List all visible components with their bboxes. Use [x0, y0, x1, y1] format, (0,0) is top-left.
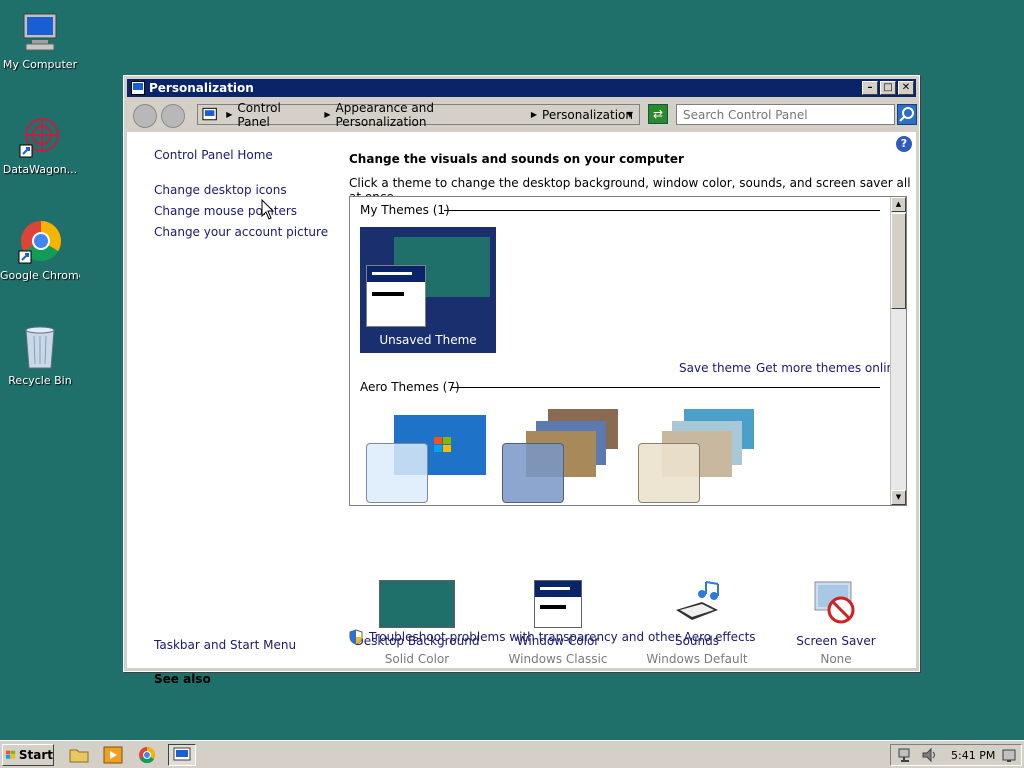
search-input[interactable]	[676, 104, 895, 125]
desktop-icon-label: DataWagon...	[2, 163, 78, 176]
recycle-bin-icon	[25, 326, 55, 369]
datawagon-icon	[19, 118, 59, 158]
breadcrumb-control-panel[interactable]: Control Panel	[237, 101, 313, 129]
screen-saver-value: None	[820, 652, 852, 666]
theme-glass-preview	[638, 443, 700, 503]
unsaved-theme-name: Unsaved Theme	[379, 333, 477, 347]
see-also-heading: See also	[154, 672, 211, 686]
page-title: Change the visuals and sounds on your co…	[349, 152, 684, 166]
title-bar[interactable]: Personalization – □ ✕	[127, 79, 916, 97]
aero-theme-windows7[interactable]	[364, 407, 496, 507]
quick-launch-chrome[interactable]	[136, 745, 158, 765]
aero-themes-label: Aero Themes (7)	[360, 380, 464, 394]
window-color-value: Windows Classic	[508, 652, 608, 666]
personalization-icon	[173, 747, 191, 761]
change-mouse-pointers-link[interactable]: Change mouse pointers	[154, 204, 297, 218]
my-themes-label: My Themes (1)	[360, 203, 454, 217]
quick-launch-media-player[interactable]	[102, 745, 124, 765]
content-area: ? Control Panel Home Change desktop icon…	[127, 132, 916, 686]
windows-logo-icon	[6, 750, 16, 759]
screen-saver-title: Screen Saver	[796, 634, 876, 648]
desktop-icon-my-computer[interactable]: My Computer	[0, 10, 80, 71]
desktop-icon-google-chrome[interactable]: Google Chrome	[0, 219, 80, 282]
close-button[interactable]: ✕	[898, 81, 914, 95]
forward-button[interactable]	[161, 104, 185, 128]
folder-icon	[69, 749, 89, 763]
show-desktop-icon[interactable]	[1001, 748, 1017, 764]
control-panel-home-link[interactable]: Control Panel Home	[154, 148, 273, 162]
desktop-icon-label: Recycle Bin	[8, 374, 72, 387]
screen-saver-item[interactable]: Screen Saver None	[766, 580, 906, 666]
breadcrumb-arrow-icon: ▶	[324, 110, 331, 119]
search-button[interactable]	[897, 104, 917, 125]
aero-theme-architecture[interactable]	[500, 407, 632, 507]
help-icon[interactable]: ?	[896, 136, 912, 152]
taskbar: Start 5:41 PM	[0, 740, 1024, 768]
address-bar[interactable]: ▶ Control Panel ▶ Appearance and Persona…	[197, 101, 640, 129]
troubleshoot-link[interactable]: Troubleshoot problems with transparency …	[369, 630, 756, 644]
get-more-themes-link[interactable]: Get more themes online	[756, 361, 902, 375]
group-divider	[444, 210, 880, 211]
change-account-picture-link[interactable]: Change your account picture	[154, 225, 328, 239]
save-theme-link[interactable]: Save theme	[679, 361, 751, 375]
theme-list-scrollbar[interactable]: ▲ ▼	[890, 197, 906, 505]
maximize-button[interactable]: □	[880, 81, 896, 95]
desktop-icon-datawagon[interactable]: DataWagon...	[0, 115, 80, 176]
desktop-icon-label: My Computer	[2, 58, 78, 71]
unsaved-theme-tile[interactable]: Unsaved Theme	[360, 227, 496, 353]
theme-glass-preview	[502, 443, 564, 503]
chrome-icon	[139, 746, 156, 764]
control-panel-icon	[202, 107, 217, 120]
window-color-item[interactable]: Window Color Windows Classic	[488, 580, 628, 666]
troubleshoot-row: Troubleshoot problems with transparency …	[349, 629, 756, 645]
aero-theme-nature[interactable]	[636, 407, 768, 507]
media-player-icon	[103, 746, 123, 764]
search-icon	[899, 107, 914, 122]
desktop-background-item[interactable]: Desktop Background Solid Color	[347, 580, 487, 666]
group-divider	[452, 387, 880, 388]
refresh-button[interactable]: ⇄	[648, 104, 668, 124]
sounds-item[interactable]: Sounds Windows Default	[627, 580, 767, 666]
chrome-icon	[18, 221, 61, 264]
breadcrumb-arrow-icon: ▶	[226, 110, 233, 119]
start-button[interactable]: Start	[2, 744, 54, 766]
computer-icon	[23, 13, 57, 51]
scroll-thumb[interactable]	[891, 213, 906, 309]
window-color-icon	[534, 580, 582, 628]
volume-icon[interactable]	[921, 747, 939, 763]
back-button[interactable]	[133, 104, 157, 128]
theme-window-preview	[366, 265, 426, 327]
sounds-icon	[676, 581, 719, 620]
shield-icon	[349, 629, 363, 645]
desktop-background-icon	[379, 580, 455, 628]
taskbar-start-menu-link[interactable]: Taskbar and Start Menu	[154, 638, 296, 652]
network-icon[interactable]	[897, 747, 915, 763]
window-title: Personalization	[149, 81, 254, 95]
taskbar-personalization-button[interactable]	[168, 744, 196, 766]
scroll-up-button[interactable]: ▲	[891, 197, 906, 212]
quick-launch-explorer[interactable]	[68, 745, 90, 765]
desktop-icon-recycle-bin[interactable]: Recycle Bin	[0, 322, 80, 387]
mouse-cursor-icon	[261, 199, 275, 220]
breadcrumb-appearance[interactable]: Appearance and Personalization	[336, 101, 520, 129]
breadcrumb-personalization[interactable]: Personalization	[542, 108, 633, 122]
personalization-window: Personalization – □ ✕ ▶ Control Panel ▶ …	[123, 75, 920, 686]
minimize-button[interactable]: –	[862, 81, 878, 95]
change-desktop-icons-link[interactable]: Change desktop icons	[154, 183, 287, 197]
breadcrumb-arrow-icon: ▶	[530, 110, 538, 119]
theme-list: My Themes (1) Unsaved Theme Save theme G…	[349, 196, 907, 506]
personalization-icon	[131, 81, 145, 95]
clock[interactable]: 5:41 PM	[951, 749, 995, 762]
scroll-down-button[interactable]: ▼	[891, 490, 906, 505]
desktop-background-value: Solid Color	[384, 652, 450, 666]
sounds-value: Windows Default	[646, 652, 748, 666]
desktop-icon-label: Google Chrome	[0, 269, 80, 282]
navigation-bar: ▶ Control Panel ▶ Appearance and Persona…	[127, 100, 917, 130]
system-tray: 5:41 PM	[890, 744, 1022, 766]
address-dropdown-icon[interactable]: ▼	[627, 110, 633, 119]
start-label: Start	[18, 748, 53, 762]
screen-saver-icon	[814, 581, 855, 624]
theme-glass-preview	[366, 443, 428, 503]
